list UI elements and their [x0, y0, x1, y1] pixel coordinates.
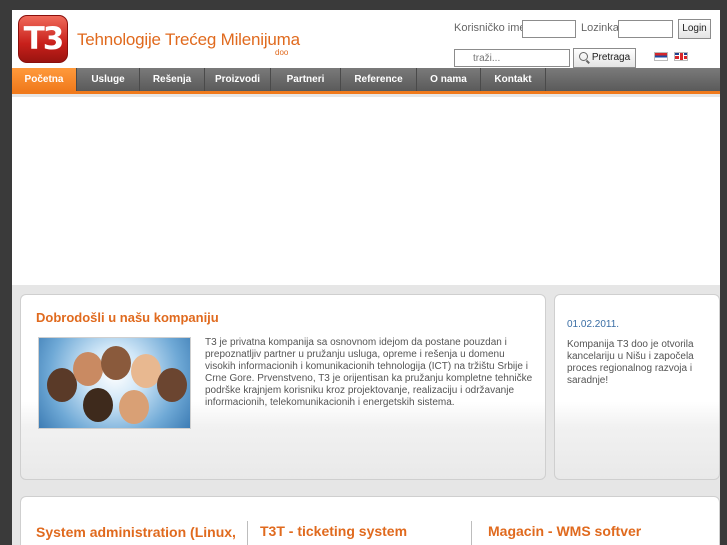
person-icon [101, 346, 131, 380]
password-label: Lozinka [581, 22, 619, 34]
welcome-title: Dobrodošli u našu kompaniju [36, 310, 219, 325]
serbian-flag-icon[interactable] [654, 52, 668, 61]
nav-item-o-nama[interactable]: O nama [417, 68, 481, 91]
person-icon [73, 352, 103, 386]
username-label: Korisničko ime [454, 22, 526, 34]
company-suffix: doo [275, 48, 289, 57]
search-button[interactable]: Pretraga [573, 48, 636, 68]
feature-divider [471, 521, 472, 545]
news-text: Kompanija T3 doo je otvorila kancelariju… [567, 339, 694, 386]
banner-area [12, 97, 720, 285]
nav-item-pocetna[interactable]: Početna [12, 68, 77, 91]
logo-icon[interactable]: T3 [18, 15, 68, 63]
login-button[interactable]: Login [678, 19, 711, 39]
nav-item-usluge[interactable]: Usluge [77, 68, 140, 91]
news-card: 01.02.2011. Kompanija T3 doo je otvorila… [554, 294, 720, 480]
company-name[interactable]: Tehnologije Trećeg Milenijuma [77, 30, 300, 50]
password-input[interactable] [618, 20, 673, 38]
nav-item-proizvodi[interactable]: Proizvodi [205, 68, 271, 91]
username-input[interactable] [522, 20, 576, 38]
search-input[interactable] [454, 49, 570, 67]
features-card: System administration (Linux, Windows) T… [20, 496, 720, 545]
nav-item-reference[interactable]: Reference [341, 68, 417, 91]
person-icon [83, 388, 113, 422]
feature-title-wms[interactable]: Magacin - WMS softver [488, 523, 641, 539]
news-date: 01.02.2011. [567, 319, 620, 330]
nav-item-resenja[interactable]: Rešenja [140, 68, 205, 91]
nav-item-partneri[interactable]: Partneri [271, 68, 341, 91]
page: T3 Tehnologije Trećeg Milenijuma doo Kor… [12, 10, 720, 545]
site-header: T3 Tehnologije Trećeg Milenijuma doo Kor… [12, 10, 720, 68]
nav-item-kontakt[interactable]: Kontakt [481, 68, 546, 91]
feature-divider [247, 521, 248, 545]
person-icon [119, 390, 149, 424]
feature-title-sysadmin[interactable]: System administration (Linux, Windows) [36, 523, 236, 545]
person-icon [157, 368, 187, 402]
welcome-card: Dobrodošli u našu kompaniju T3 je privat… [20, 294, 546, 480]
english-flag-icon[interactable] [674, 52, 688, 61]
search-icon [578, 52, 588, 61]
feature-title-ticketing[interactable]: T3T - ticketing system [260, 523, 407, 539]
main-nav: Početna Usluge Rešenja Proizvodi Partner… [12, 68, 720, 94]
search-button-label: Pretraga [591, 52, 631, 63]
welcome-text: T3 je privatna kompanija sa osnovnom ide… [205, 337, 533, 408]
team-photo [38, 337, 191, 429]
